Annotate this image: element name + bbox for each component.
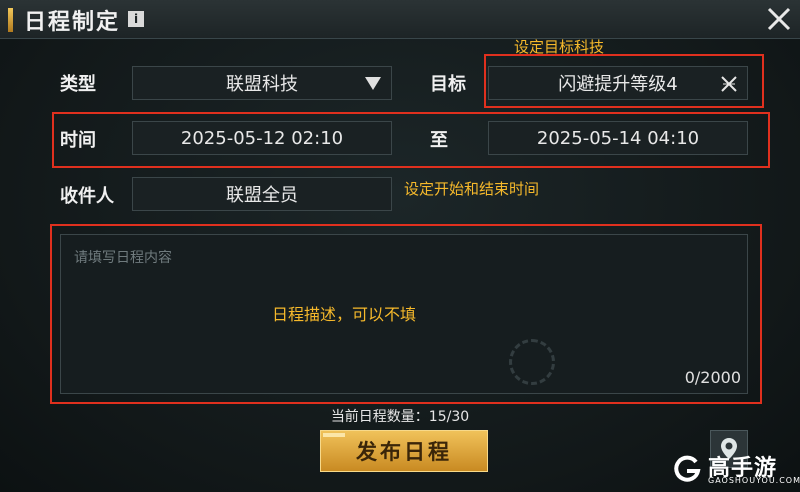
schedule-count: 当前日程数量：15/30 xyxy=(330,409,470,425)
chevron-down-icon xyxy=(365,77,381,90)
recipient-field[interactable]: 联盟全员 xyxy=(132,177,392,211)
type-value: 联盟科技 xyxy=(226,74,298,95)
watermark-logo-icon xyxy=(674,455,701,482)
watermark: 高手游 GAOSHOUYOU.COM xyxy=(672,450,800,488)
target-label: 目标 xyxy=(430,74,466,95)
close-icon xyxy=(767,7,791,31)
button-corner-decoration xyxy=(323,433,345,437)
close-button[interactable] xyxy=(764,4,794,34)
title-accent-bar xyxy=(8,8,13,32)
target-annotation-box xyxy=(484,54,764,108)
target-annotation-text: 设定目标科技 xyxy=(514,38,605,56)
time-annotation-text: 设定开始和结束时间 xyxy=(404,180,540,198)
watermark-domain: GAOSHOUYOU.COM xyxy=(708,476,800,485)
time-annotation-box xyxy=(52,112,770,168)
publish-schedule-button[interactable]: 发布日程 xyxy=(320,430,488,472)
type-label: 类型 xyxy=(60,74,96,95)
recipient-label: 收件人 xyxy=(60,186,114,207)
info-icon[interactable]: i xyxy=(128,11,144,27)
content-annotation-text: 日程描述，可以不填 xyxy=(272,305,417,324)
type-dropdown[interactable]: 联盟科技 xyxy=(132,66,392,100)
page-title: 日程制定 xyxy=(24,9,121,35)
publish-label: 发布日程 xyxy=(356,439,452,464)
title-bar: 日程制定 i xyxy=(0,0,800,39)
